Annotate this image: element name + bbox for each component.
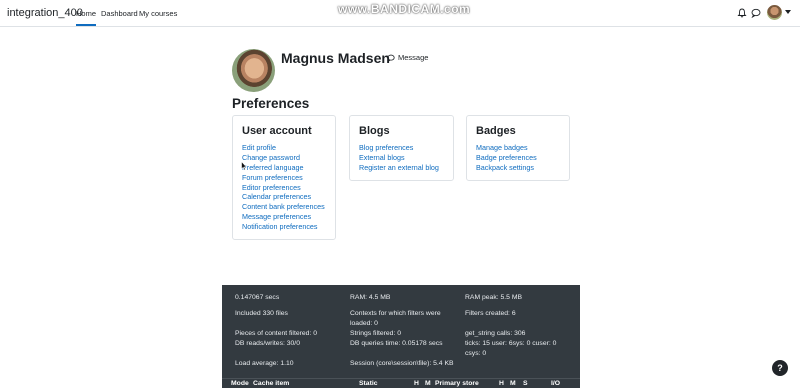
perf-pieces-filtered: Pieces of content filtered: 0 (235, 330, 317, 337)
preferred-language-link[interactable]: Preferred language (242, 163, 325, 173)
help-button[interactable]: ? (772, 360, 788, 376)
notification-preferences-link[interactable]: Notification preferences (242, 222, 325, 232)
perf-db-time: DB queries time: 0.05178 secs (350, 340, 443, 347)
cache-col-static: Static (359, 380, 378, 387)
bandicam-watermark: www.BANDICAM.com (338, 2, 471, 16)
cache-col-h2: H (499, 380, 504, 387)
perf-filters-created: Filters created: 6 (465, 310, 516, 317)
cache-col-m2: M (510, 380, 516, 387)
cache-table-header: Mode Cache item Static H M Primary store… (222, 378, 580, 389)
cache-col-mode: Mode (231, 380, 249, 387)
blogs-card: Blogs Blog preferences External blogs Re… (349, 115, 454, 181)
cache-col-primary-store: Primary store (435, 380, 479, 387)
perf-included: Included 330 files (235, 310, 288, 317)
cursor-icon (241, 161, 247, 171)
cache-col-s: S (523, 380, 528, 387)
perf-time: 0.147067 secs (235, 294, 280, 301)
perf-db-rw: DB reads/writes: 30/0 (235, 340, 300, 347)
nav-my-courses[interactable]: My courses (139, 9, 177, 18)
change-password-link[interactable]: Change password (242, 153, 325, 163)
badges-card: Badges Manage badges Badge preferences B… (466, 115, 570, 181)
blog-preferences-link[interactable]: Blog preferences (359, 143, 439, 153)
site-name[interactable]: integration_400 (7, 7, 83, 19)
nav-dashboard[interactable]: Dashboard (101, 9, 138, 18)
perf-ram: RAM: 4.5 MB (350, 294, 391, 301)
message-preferences-link[interactable]: Message preferences (242, 212, 325, 222)
bell-icon[interactable] (737, 8, 747, 18)
external-blogs-link[interactable]: External blogs (359, 153, 439, 163)
perf-contexts-2: loaded: 0 (350, 320, 378, 327)
performance-footer: 0.147067 secs RAM: 4.5 MB RAM peak: 5.5 … (222, 285, 580, 388)
user-fullname: Magnus Madsen (281, 50, 390, 66)
cache-col-item: Cache item (253, 380, 290, 387)
message-label: Message (398, 53, 429, 62)
edit-profile-link[interactable]: Edit profile (242, 143, 325, 153)
perf-contexts-1: Contexts for which filters were (350, 310, 441, 317)
manage-badges-link[interactable]: Manage badges (476, 143, 537, 153)
forum-preferences-link[interactable]: Forum preferences (242, 173, 325, 183)
user-avatar-small[interactable] (767, 5, 782, 20)
perf-csys: csys: 0 (465, 350, 487, 357)
backpack-settings-link[interactable]: Backpack settings (476, 163, 537, 173)
perf-session: Session (core\session\file): 5.4 KB (350, 360, 454, 367)
perf-load-average: Load average: 1.10 (235, 360, 294, 367)
perf-ram-peak: RAM peak: 5.5 MB (465, 294, 523, 301)
user-avatar (232, 49, 275, 92)
editor-preferences-link[interactable]: Editor preferences (242, 183, 325, 193)
badge-preferences-link[interactable]: Badge preferences (476, 153, 537, 163)
cache-col-io: I/O (551, 380, 561, 387)
chat-icon[interactable] (751, 8, 761, 18)
register-external-blog-link[interactable]: Register an external blog (359, 163, 439, 173)
help-icon: ? (777, 363, 783, 373)
calendar-preferences-link[interactable]: Calendar preferences (242, 192, 325, 202)
perf-get-string: get_string calls: 306 (465, 330, 526, 337)
perf-strings-filtered: Strings filtered: 0 (350, 330, 401, 337)
top-navbar: integration_400 Home Dashboard My course… (0, 0, 800, 27)
perf-ticks: ticks: 15 user: 6sys: 0 cuser: 0 (465, 340, 557, 347)
card-title: User account (242, 125, 312, 137)
user-account-card: User account Edit profile Change passwor… (232, 115, 336, 240)
card-title: Badges (476, 125, 516, 137)
card-title: Blogs (359, 125, 390, 137)
cache-col-h: H (414, 380, 419, 387)
message-button[interactable]: Message (387, 53, 428, 62)
cache-col-m: M (425, 380, 431, 387)
content-bank-preferences-link[interactable]: Content bank preferences (242, 202, 325, 212)
page-title: Preferences (232, 96, 310, 111)
message-icon (387, 54, 395, 62)
nav-home[interactable]: Home (76, 9, 97, 26)
chevron-down-icon[interactable] (785, 10, 791, 14)
